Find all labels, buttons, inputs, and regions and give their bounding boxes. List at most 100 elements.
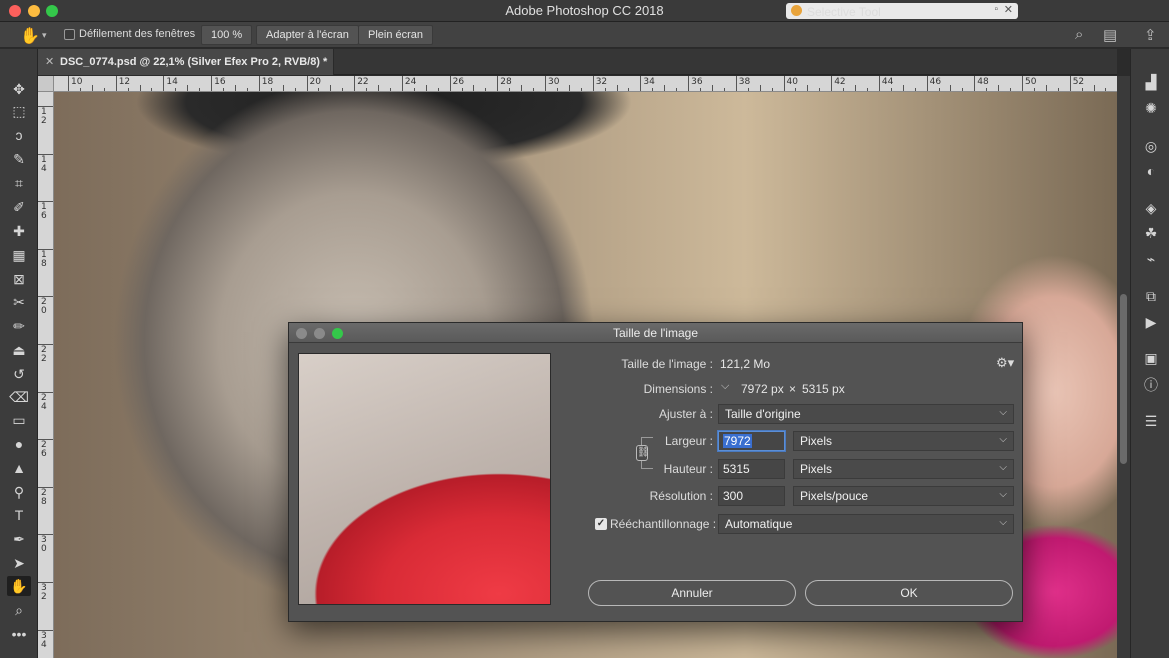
lasso-icon[interactable]: ↄ xyxy=(7,125,31,145)
ruler-label: 32 xyxy=(41,583,47,602)
hand-tool-preset-icon[interactable]: ✋ xyxy=(20,26,40,46)
document-tab-bar: ✕ DSC_0774.psd @ 22,1% (Silver Efex Pro … xyxy=(38,49,1117,75)
patch-icon[interactable]: ▦ xyxy=(7,245,31,265)
color-icon[interactable]: ☘ xyxy=(1140,224,1162,242)
layers-icon[interactable]: ◈ xyxy=(1140,199,1162,217)
ruler-label: 20 xyxy=(41,297,47,317)
ruler-minor-tick xyxy=(902,85,904,91)
close-document-icon[interactable]: ✕ xyxy=(45,55,54,68)
ruler-tick xyxy=(735,76,737,91)
ruler-tick xyxy=(258,76,260,91)
vertical-ruler: 12 14 16 18 20 22 24 26 28 30 32 34 xyxy=(38,92,54,658)
crop-icon[interactable]: ⌗ xyxy=(7,173,31,193)
navigator-icon[interactable]: ▣ xyxy=(1140,349,1162,367)
chevron-down-icon: ⌵ xyxy=(999,462,1007,473)
vertical-scrollbar[interactable] xyxy=(1117,76,1130,658)
ruler-tick xyxy=(1022,76,1023,91)
ruler-minor-tick xyxy=(1045,85,1047,91)
scrollbar-thumb[interactable] xyxy=(1120,294,1127,464)
height-input[interactable]: 5315 xyxy=(718,459,785,479)
ruler-minor-tick xyxy=(282,85,284,91)
dimensions-height: 5315 px xyxy=(802,382,845,396)
ok-button[interactable]: OK xyxy=(805,580,1013,606)
ruler-label: 12 xyxy=(118,77,131,87)
ruler-label: 40 xyxy=(786,77,798,87)
ruler-label: 22 xyxy=(41,345,47,364)
properties-icon[interactable]: ⧉ xyxy=(1140,287,1162,305)
adjustments-icon[interactable]: ✺ xyxy=(1140,99,1162,117)
blur-icon[interactable]: ● xyxy=(7,434,31,454)
resample-checkbox[interactable]: ✓ xyxy=(595,518,607,530)
ruler-label: 20 xyxy=(309,77,321,87)
eraser-icon[interactable]: ⌫ xyxy=(7,387,31,407)
resolution-input[interactable]: 300 xyxy=(718,486,785,506)
restore-icon[interactable]: ▫ xyxy=(994,4,998,15)
scroll-all-windows-checkbox[interactable] xyxy=(64,29,75,40)
image-size-value: 121,2 Mo xyxy=(720,357,771,371)
workspace-icon[interactable]: ▤ xyxy=(1103,26,1117,44)
more-tools-icon[interactable]: ••• xyxy=(7,624,31,644)
resample-select[interactable]: Automatique ⌵ xyxy=(718,514,1014,534)
ruler-minor-tick xyxy=(91,85,93,91)
search-icon[interactable]: ⌕ xyxy=(1075,26,1083,43)
ruler-minor-tick xyxy=(234,85,236,91)
hand-icon[interactable]: ✋ xyxy=(7,576,31,596)
history-brush-icon[interactable]: ↺ xyxy=(7,364,31,384)
healing-brush-icon[interactable]: ✚ xyxy=(7,221,31,241)
content-aware-move-icon[interactable]: ✂ xyxy=(7,292,31,312)
selective-tool-window[interactable]: Selective Tool ▫ ✕ xyxy=(786,3,1018,19)
ruler-minor-tick xyxy=(1093,85,1095,91)
width-unit-select[interactable]: Pixels ⌵ xyxy=(793,431,1014,451)
ruler-label: 44 xyxy=(881,77,894,87)
gear-icon[interactable]: ⚙▾ xyxy=(996,355,1014,371)
pen-icon[interactable]: ✒ xyxy=(7,529,31,549)
ruler-minor-tick xyxy=(759,85,761,91)
fit-to-select[interactable]: Taille d'origine ⌵ xyxy=(718,404,1014,424)
actions-icon[interactable]: ▶ xyxy=(1140,313,1162,331)
ruler-tick xyxy=(401,76,403,91)
info-icon[interactable]: ⓘ xyxy=(1140,376,1162,394)
resolution-unit-select[interactable]: Pixels/pouce ⌵ xyxy=(793,486,1014,506)
gradient-icon[interactable]: ▭ xyxy=(7,410,31,430)
sharpen-icon[interactable]: ▲ xyxy=(7,458,31,478)
height-unit-select[interactable]: Pixels ⌵ xyxy=(793,459,1014,479)
ruler-label: 12 xyxy=(41,107,47,126)
frame-icon[interactable]: ⊠ xyxy=(7,269,31,289)
zoom-icon[interactable]: ⌕ xyxy=(7,600,31,620)
dialog-title-bar[interactable]: Taille de l'image xyxy=(289,323,1022,343)
channels-icon[interactable]: ◎ xyxy=(1140,137,1162,155)
ruler-tick xyxy=(211,76,213,91)
ruler-minor-tick xyxy=(378,85,380,91)
close-icon[interactable]: ✕ xyxy=(1004,3,1013,16)
paths-icon[interactable]: ⌁ xyxy=(1140,250,1162,268)
full-screen-button[interactable]: Plein écran xyxy=(358,25,434,45)
share-icon[interactable]: ⇪ xyxy=(1144,26,1157,44)
ruler-origin[interactable] xyxy=(38,76,54,92)
fit-screen-button[interactable]: Adapter à l'écran xyxy=(256,25,359,45)
dodge-icon[interactable]: ⚲ xyxy=(7,482,31,502)
type-icon[interactable]: T xyxy=(7,505,31,525)
horizontal-ruler: 10 12 14 16 18 20 22 24 26 28 30 32 34 36 38 40 42 44 46 48… xyxy=(54,76,1117,92)
scroll-all-windows-label: Défilement des fenêtres xyxy=(79,28,196,40)
path-select-icon[interactable]: ➤ xyxy=(7,553,31,573)
ruler-minor-tick xyxy=(139,85,141,91)
document-tab[interactable]: ✕ DSC_0774.psd @ 22,1% (Silver Efex Pro … xyxy=(38,49,334,75)
width-input[interactable]: 7972 xyxy=(718,431,785,451)
user-icon[interactable]: ☰ xyxy=(1140,412,1162,430)
stamp-icon[interactable]: ⏏ xyxy=(7,340,31,360)
chevron-down-icon[interactable]: ▾ xyxy=(42,30,47,41)
eyedropper-icon[interactable]: ✐ xyxy=(7,197,31,217)
ruler-label: 50 xyxy=(1025,77,1037,87)
image-preview[interactable] xyxy=(298,353,551,605)
marquee-icon[interactable]: ⬚ xyxy=(7,101,31,121)
brush-icon[interactable]: ✏ xyxy=(7,316,31,336)
move-icon[interactable]: ✥ xyxy=(7,79,31,99)
zoom-100-button[interactable]: 100 % xyxy=(201,25,253,45)
styles-icon[interactable]: ◐ xyxy=(1140,162,1162,180)
height-label: Hauteur : xyxy=(663,462,713,476)
ruler-tick xyxy=(306,76,308,91)
cancel-button[interactable]: Annuler xyxy=(588,580,796,606)
dimensions-chevron-down-icon[interactable]: ⌵ xyxy=(721,380,729,393)
histogram-icon[interactable]: ▟ xyxy=(1140,73,1162,91)
quick-select-icon[interactable]: ✎ xyxy=(7,149,31,169)
